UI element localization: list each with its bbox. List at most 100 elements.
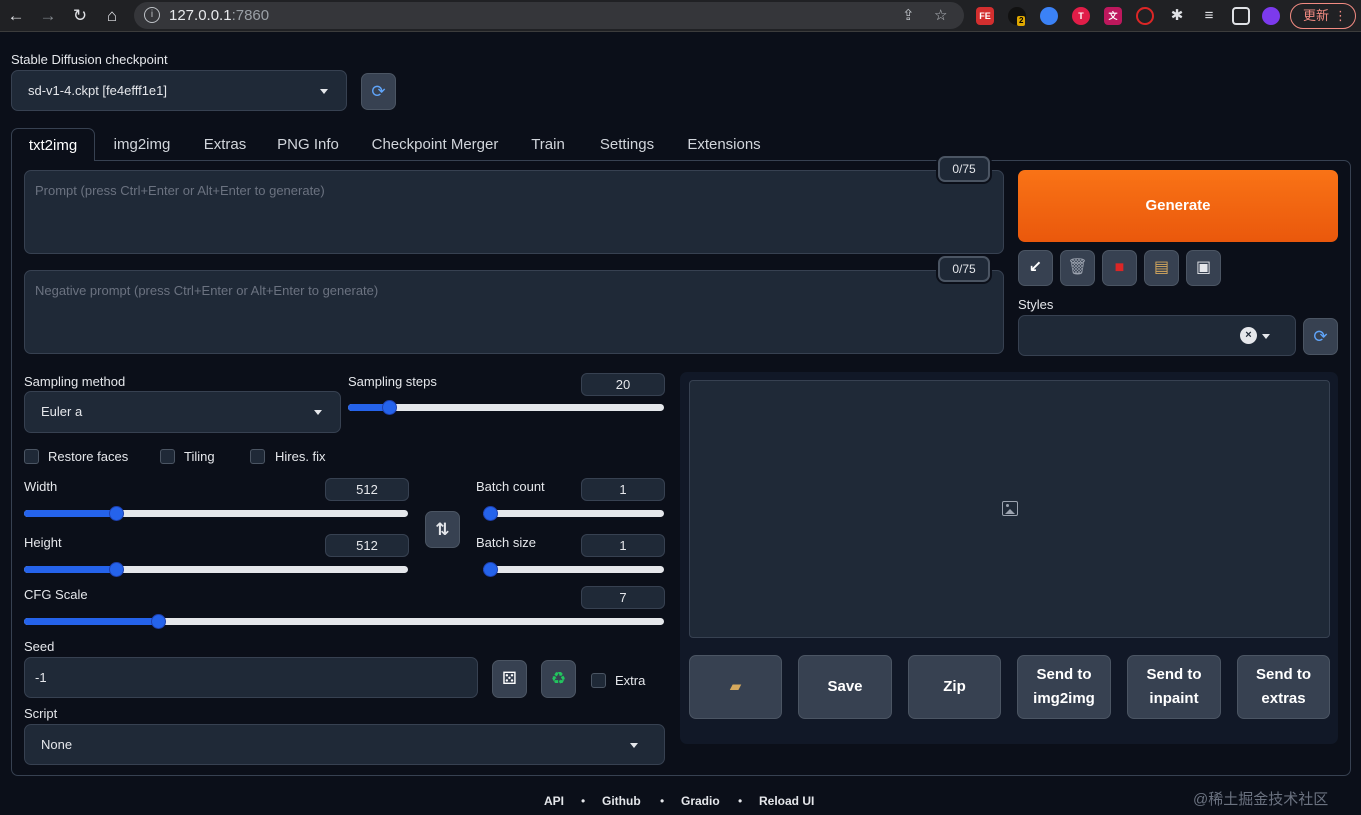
footer-gradio-link[interactable]: Gradio — [681, 794, 720, 808]
width-input[interactable]: 512 — [325, 478, 409, 501]
folder-icon: ▰ — [729, 678, 742, 695]
slider-thumb[interactable] — [382, 400, 398, 415]
width-slider[interactable] — [24, 506, 408, 521]
sampling-method-select[interactable]: Euler a — [24, 391, 341, 433]
batch-count-slider[interactable] — [483, 506, 664, 521]
script-select[interactable]: None — [24, 724, 665, 765]
zip-button[interactable]: Zip — [908, 655, 1001, 719]
send-to-extras-label: Send to extras — [1256, 666, 1311, 707]
height-slider[interactable] — [24, 562, 408, 577]
send-to-extras-button[interactable]: Send to extras — [1237, 655, 1330, 719]
read-params-button[interactable]: ↙ — [1018, 250, 1053, 286]
negative-prompt-textarea[interactable]: Negative prompt (press Ctrl+Enter or Alt… — [24, 270, 1004, 354]
chevron-down-icon — [630, 742, 638, 748]
tab-extensions[interactable]: Extensions — [676, 128, 772, 161]
sampling-steps-slider[interactable] — [348, 400, 664, 415]
restore-faces-checkbox[interactable] — [24, 449, 39, 464]
extra-seed-checkbox[interactable] — [591, 673, 606, 688]
seed-label: Seed — [24, 639, 55, 654]
reload-icon[interactable]: ↻ — [68, 4, 92, 28]
footer-api-link[interactable]: API — [544, 794, 564, 808]
clear-prompt-button[interactable]: 🗑 — [1060, 250, 1095, 286]
send-to-inpaint-button[interactable]: Send to inpaint — [1127, 655, 1221, 719]
record-extension-icon[interactable] — [1136, 7, 1154, 25]
tiling-checkbox[interactable] — [160, 449, 175, 464]
swap-dimensions-button[interactable]: ⇅ — [425, 511, 460, 548]
extension-badge-icon[interactable]: 2 — [1008, 7, 1026, 26]
output-gallery — [689, 380, 1330, 638]
tab-checkpoint-merger[interactable]: Checkpoint Merger — [360, 128, 510, 161]
apply-style-button[interactable]: ▤ — [1144, 250, 1179, 286]
sampling-steps-input[interactable]: 20 — [581, 373, 665, 396]
save-style-button[interactable]: ▣ — [1186, 250, 1221, 286]
batch-size-label: Batch size — [476, 535, 536, 550]
t-extension-icon[interactable]: T — [1072, 7, 1090, 25]
site-info-icon[interactable]: i — [144, 7, 160, 23]
bookmark-star-icon[interactable]: ☆ — [934, 6, 947, 24]
tab-img2img[interactable]: img2img — [100, 128, 184, 161]
generate-button[interactable]: Generate — [1018, 170, 1338, 242]
footer-reload-ui-link[interactable]: Reload UI — [759, 794, 814, 808]
hires-fix-checkbox[interactable] — [250, 449, 265, 464]
save-button[interactable]: Save — [798, 655, 892, 719]
translate-extension-icon[interactable]: 文 — [1104, 7, 1122, 25]
tab-train[interactable]: Train — [520, 128, 576, 161]
batch-size-slider[interactable] — [483, 562, 664, 577]
checkpoint-select[interactable]: sd-v1-4.ckpt [fe4efff1e1] — [11, 70, 347, 111]
tab-extras[interactable]: Extras — [193, 128, 257, 161]
footer-github-link[interactable]: Github — [602, 794, 641, 808]
share-icon[interactable]: ⇪ — [902, 6, 915, 24]
address-bar[interactable]: i 127.0.0.1:7860 ⇪ ☆ — [134, 2, 964, 29]
styles-select[interactable]: × — [1018, 315, 1296, 356]
cfg-scale-slider[interactable] — [24, 614, 664, 629]
prompt-textarea[interactable]: Prompt (press Ctrl+Enter or Alt+Enter to… — [24, 170, 1004, 254]
arrow-icon: ↙ — [1028, 259, 1043, 276]
slider-thumb[interactable] — [483, 506, 498, 521]
cfg-scale-label: CFG Scale — [24, 587, 88, 602]
clear-x-icon[interactable]: × — [1240, 327, 1257, 344]
refresh-styles-button[interactable]: ⟳ — [1303, 318, 1338, 355]
restore-faces-label: Restore faces — [48, 449, 129, 464]
sampling-steps-label: Sampling steps — [348, 374, 437, 389]
colorful-extension-icon[interactable] — [1040, 7, 1058, 25]
swap-icon: ⇅ — [435, 520, 450, 539]
seed-input[interactable]: -1 — [24, 657, 478, 698]
extra-seed-label: Extra — [615, 673, 646, 688]
chevron-down-icon — [314, 410, 322, 415]
back-arrow-icon[interactable]: ← — [4, 4, 28, 28]
batch-size-input[interactable]: 1 — [581, 534, 665, 557]
tab-txt2img[interactable]: txt2img — [11, 128, 95, 161]
footer-separator: • — [738, 794, 743, 808]
footer-separator: • — [581, 794, 586, 808]
negative-prompt-placeholder: Negative prompt (press Ctrl+Enter or Alt… — [35, 283, 379, 298]
browser-toolbar: ← → ↻ ⌂ i 127.0.0.1:7860 ⇪ ☆ FE 2 T 文 ✱ … — [0, 0, 1361, 32]
home-icon[interactable]: ⌂ — [100, 4, 124, 28]
tab-png-info[interactable]: PNG Info — [268, 128, 348, 161]
prompt-token-counter: 0/75 — [938, 156, 990, 182]
tab-settings[interactable]: Settings — [588, 128, 666, 161]
checkpoint-value: sd-v1-4.ckpt [fe4efff1e1] — [28, 83, 167, 98]
chevron-down-icon — [320, 88, 328, 94]
slider-thumb[interactable] — [483, 562, 498, 577]
open-folder-button[interactable]: ▰ — [689, 655, 782, 719]
forward-arrow-icon[interactable]: → — [36, 4, 60, 28]
height-label: Height — [24, 535, 62, 550]
send-to-img2img-button[interactable]: Send to img2img — [1017, 655, 1111, 719]
height-input[interactable]: 512 — [325, 534, 409, 557]
batch-count-input[interactable]: 1 — [581, 478, 665, 501]
send-to-img2img-label: Send to img2img — [1033, 666, 1095, 707]
watermark: @稀土掘金技术社区 — [1193, 791, 1329, 808]
profile-avatar-icon[interactable] — [1262, 7, 1280, 25]
fe-extension-icon[interactable]: FE — [976, 7, 994, 25]
browser-update-button[interactable]: 更新 — [1290, 3, 1356, 29]
puzzle-extensions-icon[interactable]: ✱ — [1168, 7, 1186, 25]
reuse-seed-button[interactable]: ♻ — [541, 660, 576, 698]
reading-list-icon[interactable]: ≡ — [1200, 7, 1218, 25]
cfg-scale-input[interactable]: 7 — [581, 586, 665, 609]
refresh-checkpoint-button[interactable]: ⟳ — [361, 73, 396, 110]
width-label: Width — [24, 479, 58, 494]
side-panel-icon[interactable] — [1232, 7, 1250, 25]
random-seed-button[interactable]: ⚄ — [492, 660, 527, 698]
tiling-label: Tiling — [184, 449, 215, 464]
extra-networks-button[interactable]: ■ — [1102, 250, 1137, 286]
